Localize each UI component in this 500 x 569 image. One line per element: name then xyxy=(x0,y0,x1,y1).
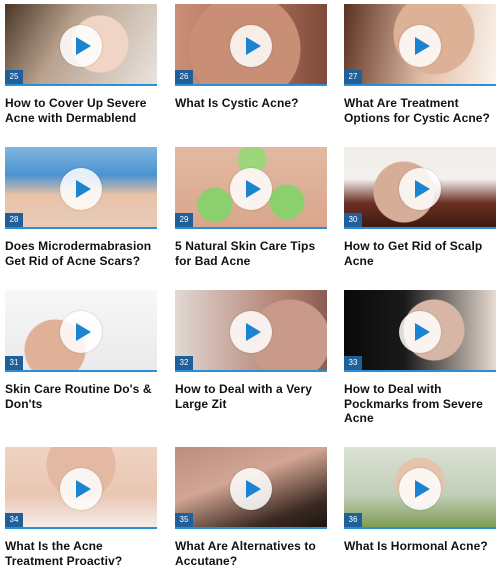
video-title[interactable]: What Is the Acne Treatment Proactiv? xyxy=(5,539,157,568)
video-title[interactable]: What Is Hormonal Acne? xyxy=(344,539,496,554)
video-card[interactable]: 30 How to Get Rid of Scalp Acne xyxy=(344,147,496,268)
video-card[interactable]: 33 How to Deal with Pockmarks from Sever… xyxy=(344,290,496,426)
video-title[interactable]: How to Deal with Pockmarks from Severe A… xyxy=(344,382,496,426)
video-card[interactable]: 28 Does Microdermabrasion Get Rid of Acn… xyxy=(5,147,157,268)
video-number: 35 xyxy=(175,513,193,527)
video-title[interactable]: 5 Natural Skin Care Tips for Bad Acne xyxy=(175,239,327,268)
play-icon[interactable] xyxy=(399,25,441,67)
video-title[interactable]: What Are Alternatives to Accutane? xyxy=(175,539,327,568)
video-number: 27 xyxy=(344,70,362,84)
video-title[interactable]: How to Get Rid of Scalp Acne xyxy=(344,239,496,268)
play-icon[interactable] xyxy=(60,25,102,67)
video-thumbnail[interactable]: 26 xyxy=(175,4,327,86)
video-thumbnail[interactable]: 29 xyxy=(175,147,327,229)
play-icon[interactable] xyxy=(60,168,102,210)
video-thumbnail[interactable]: 25 xyxy=(5,4,157,86)
play-icon[interactable] xyxy=(399,468,441,510)
play-icon[interactable] xyxy=(399,311,441,353)
video-thumbnail[interactable]: 32 xyxy=(175,290,327,372)
video-thumbnail[interactable]: 33 xyxy=(344,290,496,372)
video-number: 34 xyxy=(5,513,23,527)
video-card[interactable]: 32 How to Deal with a Very Large Zit xyxy=(175,290,327,411)
video-card[interactable]: 35 What Are Alternatives to Accutane? xyxy=(175,447,327,568)
video-card[interactable]: 25 How to Cover Up Severe Acne with Derm… xyxy=(5,4,157,125)
video-card[interactable]: 36 What Is Hormonal Acne? xyxy=(344,447,496,554)
video-card[interactable]: 29 5 Natural Skin Care Tips for Bad Acne xyxy=(175,147,327,268)
play-icon[interactable] xyxy=(230,468,272,510)
video-thumbnail[interactable]: 35 xyxy=(175,447,327,529)
play-icon[interactable] xyxy=(230,168,272,210)
video-card[interactable]: 31 Skin Care Routine Do's & Don'ts xyxy=(5,290,157,411)
video-number: 26 xyxy=(175,70,193,84)
video-thumbnail[interactable]: 30 xyxy=(344,147,496,229)
video-title[interactable]: Does Microdermabrasion Get Rid of Acne S… xyxy=(5,239,157,268)
video-number: 33 xyxy=(344,356,362,370)
video-number: 28 xyxy=(5,213,23,227)
video-title[interactable]: Skin Care Routine Do's & Don'ts xyxy=(5,382,157,411)
play-icon[interactable] xyxy=(60,468,102,510)
play-icon[interactable] xyxy=(230,25,272,67)
video-card[interactable]: 27 What Are Treatment Options for Cystic… xyxy=(344,4,496,125)
video-number: 31 xyxy=(5,356,23,370)
play-icon[interactable] xyxy=(399,168,441,210)
video-number: 30 xyxy=(344,213,362,227)
video-title[interactable]: What Is Cystic Acne? xyxy=(175,96,327,111)
video-number: 36 xyxy=(344,513,362,527)
video-card[interactable]: 26 What Is Cystic Acne? xyxy=(175,4,327,111)
video-title[interactable]: How to Cover Up Severe Acne with Dermabl… xyxy=(5,96,157,125)
play-icon[interactable] xyxy=(60,311,102,353)
video-thumbnail[interactable]: 31 xyxy=(5,290,157,372)
video-thumbnail[interactable]: 34 xyxy=(5,447,157,529)
video-thumbnail[interactable]: 28 xyxy=(5,147,157,229)
video-thumbnail[interactable]: 27 xyxy=(344,4,496,86)
video-number: 25 xyxy=(5,70,23,84)
video-title[interactable]: How to Deal with a Very Large Zit xyxy=(175,382,327,411)
video-thumbnail[interactable]: 36 xyxy=(344,447,496,529)
video-number: 32 xyxy=(175,356,193,370)
video-card[interactable]: 34 What Is the Acne Treatment Proactiv? xyxy=(5,447,157,568)
play-icon[interactable] xyxy=(230,311,272,353)
video-number: 29 xyxy=(175,213,193,227)
video-grid: 25 How to Cover Up Severe Acne with Derm… xyxy=(0,0,500,569)
video-title[interactable]: What Are Treatment Options for Cystic Ac… xyxy=(344,96,496,125)
